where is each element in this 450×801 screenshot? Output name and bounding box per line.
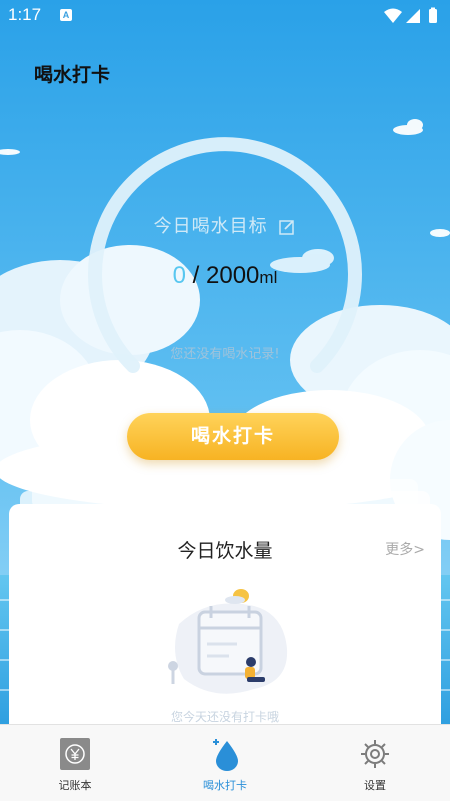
empty-checkin-text: 您今天还没有打卡哦	[170, 710, 279, 724]
progress-ring	[88, 137, 362, 373]
bottom-tab-bar: 记账本 喝水打卡 设置	[0, 724, 450, 801]
no-record-message: 您还没有喝水记录!	[170, 347, 280, 362]
battery-icon	[429, 9, 437, 23]
water-drop-icon	[213, 739, 238, 771]
tab-ledger[interactable]: 记账本	[0, 725, 150, 801]
target-amount: 2000	[206, 262, 260, 289]
tab-settings[interactable]: 设置	[300, 725, 450, 801]
checkin-button[interactable]: 喝水打卡	[127, 413, 339, 460]
wifi-icon	[384, 8, 402, 23]
daily-goal-label[interactable]: 今日喝水目标	[0, 212, 450, 238]
gear-icon	[361, 740, 389, 768]
empty-calendar-illustration	[168, 589, 288, 694]
water-amount: 0 / 2000ml	[0, 262, 450, 290]
status-time: 1:17	[8, 5, 42, 24]
amount-separator: /	[186, 262, 207, 289]
more-link[interactable]: 更多>	[385, 539, 425, 559]
tab-label-water: 喝水打卡	[203, 779, 247, 792]
yen-icon	[60, 738, 90, 770]
current-amount: 0	[172, 262, 186, 289]
status-icons	[384, 7, 437, 23]
tab-label-ledger: 记账本	[58, 779, 92, 792]
today-intake-card: 今日饮水量 更多> 您今天还没有打卡哦	[9, 504, 441, 734]
page-title: 喝水打卡	[34, 64, 111, 86]
notification-icon: A	[60, 9, 72, 21]
signal-icon	[406, 9, 420, 23]
status-bar: 1:17 A	[0, 0, 450, 32]
tab-label-settings: 设置	[364, 779, 386, 792]
goal-label-text: 今日喝水目标	[153, 216, 268, 237]
edit-icon[interactable]	[278, 218, 296, 236]
amount-unit: ml	[259, 268, 278, 287]
card-title: 今日饮水量	[177, 540, 273, 562]
tab-water-checkin[interactable]: 喝水打卡	[150, 725, 300, 801]
